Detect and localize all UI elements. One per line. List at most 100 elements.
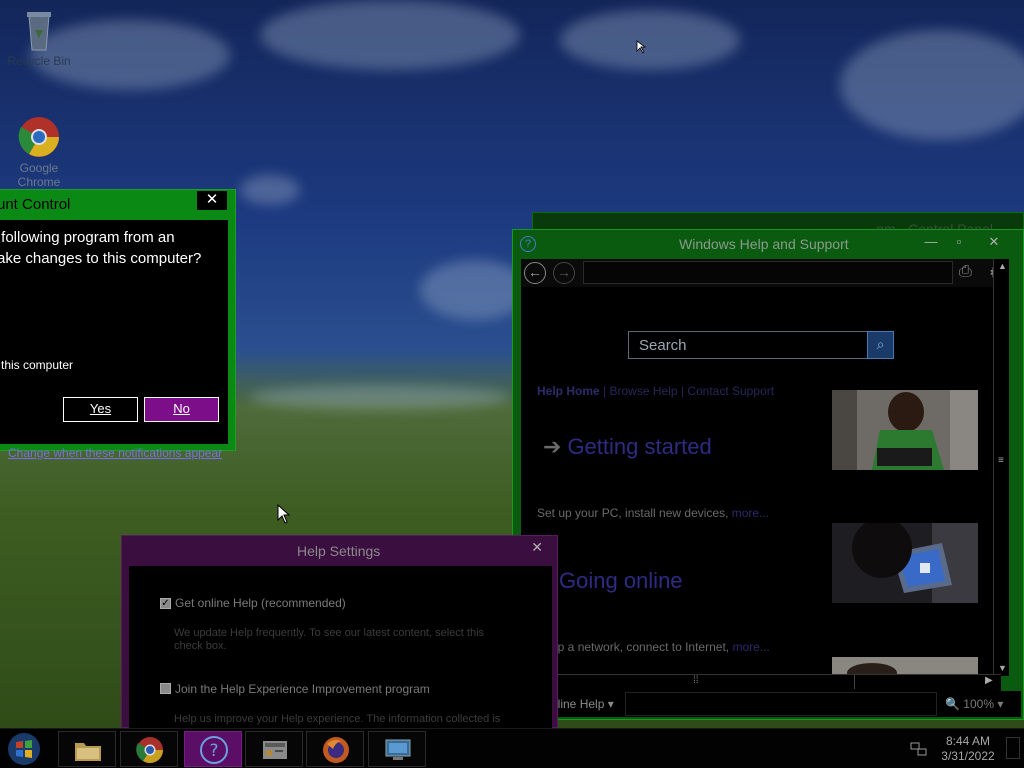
cursor-icon — [636, 40, 646, 54]
chevron-down-icon: ▾ — [997, 697, 1004, 711]
desktop-icon-recycle-bin[interactable]: Recycle Bin — [4, 8, 74, 68]
back-icon[interactable]: ← — [524, 262, 546, 284]
clock-time: 8:44 AM — [945, 734, 991, 748]
uac-question: following program from an ake changes to… — [0, 229, 202, 267]
uac-body: following program from an ake changes to… — [0, 220, 228, 460]
control-panel-icon — [263, 741, 287, 759]
contact-support-link[interactable]: Contact Support — [687, 384, 774, 398]
improvement-program-label[interactable]: Join the Help Experience Improvement pro… — [175, 682, 430, 696]
zoom-control[interactable]: 🔍 100% ▾ — [945, 697, 1003, 711]
uac-dialog: unt Control ✕ following program from an … — [0, 189, 236, 460]
search-icon[interactable]: ⌕ — [867, 331, 894, 359]
online-help-dropdown[interactable]: nline Help ▾ — [551, 697, 614, 711]
close-button[interactable]: ✕ — [531, 539, 543, 556]
desktop-icon-google-chrome[interactable]: Google Chrome — [4, 115, 74, 189]
cloud — [560, 10, 740, 70]
windows-start-icon — [8, 733, 40, 765]
chrome-icon — [136, 737, 164, 764]
browse-help-link[interactable]: Browse Help — [609, 384, 677, 398]
remote-desktop-icon — [385, 739, 411, 760]
scroll-thumb[interactable] — [545, 675, 855, 689]
separator: | — [677, 384, 688, 398]
cloud — [840, 30, 1024, 140]
cloud — [240, 175, 300, 205]
chrome-icon — [18, 117, 59, 157]
svg-text:?: ? — [209, 741, 218, 761]
arrow-right-icon: ➔ — [543, 434, 562, 459]
yes-button[interactable]: Yes — [63, 397, 138, 422]
taskbar-control-panel[interactable] — [245, 731, 303, 767]
getting-started-text: Set up your PC, install new devices, — [537, 506, 732, 520]
help-icon: ? — [520, 236, 536, 252]
separator: | — [599, 384, 610, 398]
help-navbar: ← → ⎙ ⚙ — [521, 259, 1003, 287]
getting-started-heading[interactable]: ➔ Getting started — [543, 434, 712, 460]
going-online-text: up a network, connect to Internet, — [551, 640, 733, 654]
help-titlebar[interactable]: ? Windows Help and Support — ▫ ✕ — [513, 230, 1023, 258]
change-notifications-link[interactable]: Change when these notifications appear — [8, 446, 222, 460]
taskbar-help-and-support[interactable]: ? — [184, 731, 242, 767]
scroll-grip-icon: ⁞⁞ — [693, 675, 699, 686]
search-input[interactable]: Search — [628, 331, 868, 359]
forward-icon[interactable]: → — [553, 262, 575, 284]
cursor-icon — [277, 504, 291, 524]
taskbar-remote-desktop[interactable] — [368, 731, 426, 767]
minimize-button[interactable]: — — [920, 234, 942, 250]
close-button[interactable]: ✕ — [983, 234, 1005, 250]
going-online-heading[interactable]: Going online — [559, 568, 683, 594]
maximize-button[interactable]: ▫ — [948, 234, 970, 250]
help-statusbar: nline Help ▾ 🔍 100% ▾ — [521, 691, 1021, 717]
help-home-link[interactable]: Help Home — [537, 384, 600, 398]
network-icon[interactable] — [910, 741, 928, 757]
online-help-option-desc: We update Help frequently. To see our la… — [174, 627, 485, 652]
online-help-option-label[interactable]: Get online Help (recommended) — [175, 596, 346, 610]
zoom-icon: 🔍 — [945, 697, 960, 711]
taskbar-clock[interactable]: 8:44 AM 3/31/2022 — [940, 734, 996, 764]
online-help-label: nline Help — [551, 697, 605, 711]
help-window: ? Windows Help and Support — ▫ ✕ ← → ⎙ ⚙… — [512, 229, 1024, 720]
taskbar-chrome[interactable] — [120, 731, 178, 767]
chevron-down-icon: ▾ — [607, 697, 614, 711]
third-section-image — [832, 657, 978, 675]
getting-started-title: Getting started — [567, 434, 712, 459]
uac-detail-text: this computer — [1, 358, 74, 372]
going-online-desc: up a network, connect to Internet, more.… — [551, 640, 770, 654]
help-content: ← → ⎙ ⚙ Search ⌕ Help Home | Browse Help… — [521, 259, 1003, 717]
folder-icon — [75, 743, 101, 761]
scroll-down-icon[interactable]: ▼ — [998, 663, 1007, 673]
show-desktop-button[interactable] — [1006, 737, 1020, 759]
breadcrumb: Help Home | Browse Help | Contact Suppor… — [537, 384, 774, 398]
clock-date: 3/31/2022 — [941, 749, 995, 763]
improvement-program-desc: Help us improve your Help experience. Th… — [174, 713, 501, 725]
online-help-checkbox[interactable]: ✓ — [160, 598, 171, 609]
firefox-icon — [323, 737, 349, 763]
recycle-bin-icon — [27, 12, 51, 51]
scroll-up-icon[interactable]: ▲ — [998, 261, 1007, 271]
no-button[interactable]: No — [144, 397, 219, 422]
print-icon[interactable]: ⎙ — [959, 263, 972, 281]
help-question-icon: ? — [200, 736, 228, 764]
cloud — [250, 385, 510, 410]
improvement-program-checkbox[interactable] — [160, 683, 171, 694]
uac-close-button[interactable]: ✕ — [197, 191, 227, 210]
more-link[interactable]: more... — [732, 640, 769, 654]
scroll-right-icon[interactable]: ▶ — [985, 675, 993, 686]
going-online-image — [832, 523, 978, 603]
taskbar-firefox[interactable] — [306, 731, 364, 767]
address-bar — [583, 261, 953, 284]
help-settings-dialog: Help Settings ✕ ✓ Get online Help (recom… — [121, 535, 558, 729]
more-link[interactable]: more... — [732, 506, 769, 520]
desktop-icon-label: Recycle Bin — [7, 54, 71, 68]
start-button[interactable] — [4, 731, 48, 767]
cloud — [260, 0, 520, 70]
zoom-level: 100% — [963, 697, 994, 711]
desktop-icon-label: Google Chrome — [17, 161, 61, 189]
horizontal-scrollbar[interactable]: ⁞⁞ ▶ — [545, 674, 1001, 689]
help-title: Windows Help and Support — [679, 236, 849, 252]
taskbar: ? 8:44 AM 3/31/2022 — [0, 728, 1024, 768]
vertical-scrollbar[interactable]: ▲ ≡ ▼ — [993, 259, 1009, 676]
taskbar-file-explorer[interactable] — [58, 731, 116, 767]
help-settings-title: Help Settings — [297, 543, 381, 559]
getting-started-image — [832, 390, 978, 470]
scroll-grip-icon[interactable]: ≡ — [998, 455, 1004, 466]
